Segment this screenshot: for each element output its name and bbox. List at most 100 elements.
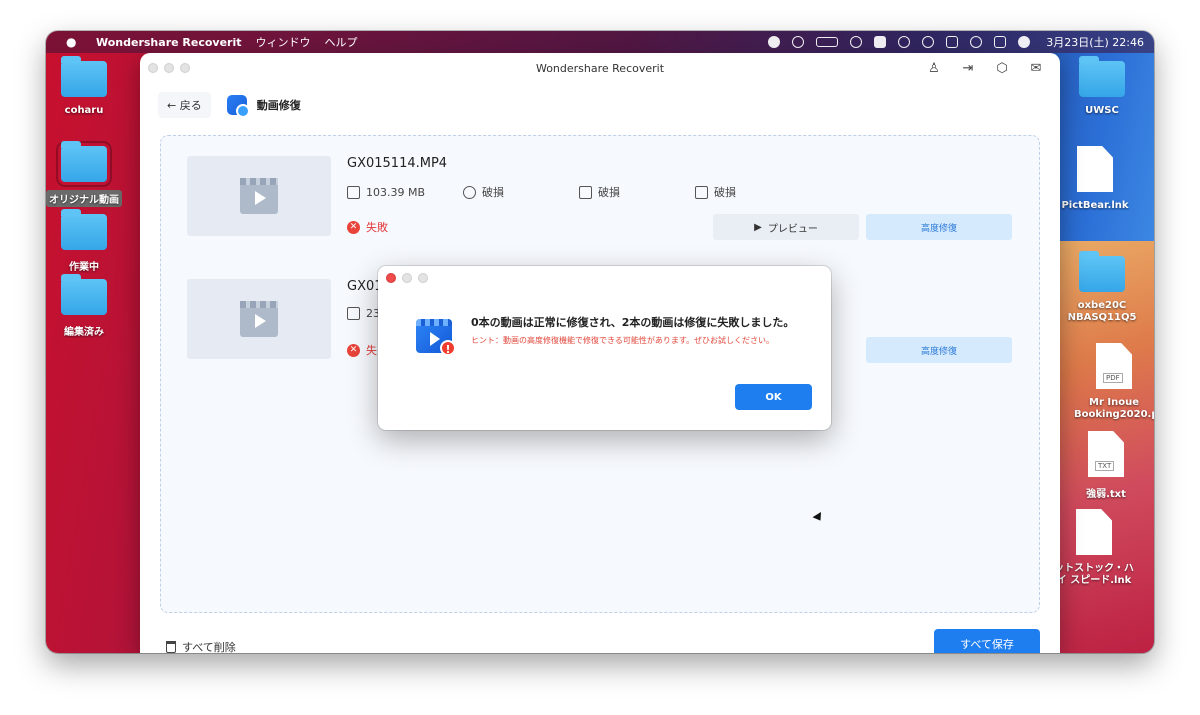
desktop-folder-coharu[interactable]: coharu xyxy=(46,56,124,116)
fail-icon: ✕ xyxy=(347,220,360,234)
file-size-value: 103.39 MB xyxy=(366,185,426,199)
sign-in-icon[interactable]: ⇥ xyxy=(960,61,976,76)
wifi-icon[interactable] xyxy=(850,36,863,48)
file-type-tag: TXT xyxy=(1095,461,1115,471)
folder-icon xyxy=(56,141,112,187)
resolution-icon xyxy=(579,185,592,199)
user-icon[interactable] xyxy=(898,36,911,48)
advanced-repair-button[interactable]: 高度修復 xyxy=(866,214,1012,240)
keyboard-icon[interactable] xyxy=(946,36,959,48)
minimize-window-button[interactable] xyxy=(164,63,174,73)
status-icons: 3月23日(土) 22:46 xyxy=(768,34,1144,50)
text-file-icon: TXT xyxy=(1088,431,1124,477)
time-machine-icon[interactable] xyxy=(922,36,935,48)
zoom-dialog-button[interactable] xyxy=(418,273,428,283)
minimize-dialog-button[interactable] xyxy=(402,273,412,283)
pdf-file-icon: PDF xyxy=(1096,343,1132,389)
menu-app-name[interactable]: Wondershare Recoverit xyxy=(96,36,242,49)
desktop-file-kyojaku-txt[interactable]: TXT 強弱.txt xyxy=(1066,431,1146,500)
file-size: 103.39 MB xyxy=(347,184,463,200)
preview-button[interactable]: ▶ プレビュー xyxy=(713,214,859,240)
play-icon: ▶ xyxy=(754,221,762,233)
desktop-item-label: ットストック・ハイ スピード.lnk xyxy=(1054,563,1134,586)
zoom-window-button[interactable] xyxy=(180,63,190,73)
video-camera-icon xyxy=(695,185,708,199)
desktop: ● Wondershare Recoverit ウィンドウ ヘルプ 3月23日(… xyxy=(46,31,1154,653)
close-dialog-button[interactable] xyxy=(386,273,396,283)
dialog-window-controls xyxy=(386,273,428,283)
folder-icon xyxy=(61,209,107,250)
folder-icon xyxy=(1079,251,1125,292)
account-icon[interactable]: ♙ xyxy=(926,61,942,76)
desktop-item-label: 強弱.txt xyxy=(1086,489,1126,500)
apple-icon[interactable]: ● xyxy=(66,35,80,49)
advanced-repair-button[interactable]: 高度修復 xyxy=(866,337,1012,363)
record-icon[interactable] xyxy=(768,36,781,48)
battery-icon[interactable] xyxy=(816,37,839,47)
desktop-item-label: オリジナル動画 xyxy=(46,190,122,207)
file-duration: 破損 xyxy=(463,184,579,200)
menu-bar: ● Wondershare Recoverit ウィンドウ ヘルプ 3月23日(… xyxy=(46,31,1154,53)
repair-status: ✕ 失 xyxy=(347,342,377,358)
clock-icon xyxy=(463,185,476,199)
video-placeholder-icon xyxy=(240,301,278,337)
repair-result-dialog: ! 0本の動画は正常に修復され、2本の動画は修復に失敗しました。 ヒント：動画の… xyxy=(378,266,831,430)
desktop-folder-in-progress[interactable]: 作業中 xyxy=(46,209,124,273)
desktop-file-pictbear[interactable]: PictBear.lnk xyxy=(1055,146,1135,211)
nav-row: ← 戻る 動画修復 xyxy=(140,83,1060,127)
preview-label: プレビュー xyxy=(767,223,818,235)
close-window-button[interactable] xyxy=(148,63,158,73)
repair-status: ✕ 失敗 xyxy=(347,219,388,235)
video-thumbnail xyxy=(187,156,331,236)
format-value: 破損 xyxy=(714,186,736,199)
folder-icon xyxy=(61,274,107,315)
input-method-icon[interactable] xyxy=(874,36,887,48)
dialog-message: 0本の動画は正常に修復され、2本の動画は修復に失敗しました。 xyxy=(471,316,795,329)
menu-help[interactable]: ヘルプ xyxy=(325,34,358,50)
status-text: 失 xyxy=(366,344,377,357)
spotlight-search-icon[interactable] xyxy=(970,36,983,48)
document-icon xyxy=(1076,509,1112,555)
desktop-file-booking-pdf[interactable]: PDF Mr Inoue Booking2020.pd xyxy=(1074,343,1154,421)
file-icon xyxy=(347,185,360,199)
desktop-folder-oxbe[interactable]: oxbe20C NBASQ11Q5 xyxy=(1062,251,1142,324)
file-format: 破損 xyxy=(695,184,811,200)
video-thumbnail xyxy=(187,279,331,359)
screen-share-icon[interactable] xyxy=(792,36,805,48)
file-resolution: 破損 xyxy=(579,184,695,200)
desktop-item-label: 作業中 xyxy=(69,262,99,273)
siri-icon[interactable] xyxy=(1018,36,1031,48)
desktop-item-label: 編集済み xyxy=(64,327,104,338)
desktop-item-label: UWSC xyxy=(1085,105,1119,116)
status-text: 失敗 xyxy=(366,221,388,234)
page-title: 動画修復 xyxy=(256,99,301,112)
dialog-hint: ヒント：動画の高度修復機能で修復できる可能性があります。ぜひお試しください。 xyxy=(471,336,775,345)
desktop-folder-original-video[interactable]: オリジナル動画 xyxy=(46,141,124,211)
document-icon xyxy=(1077,146,1113,192)
menu-window[interactable]: ウィンドウ xyxy=(256,34,311,50)
file-name: GX015114.MP4 xyxy=(347,156,448,171)
duration-value: 破損 xyxy=(482,186,504,199)
folder-icon xyxy=(61,56,107,97)
titlebar-toolbar: ♙ ⇥ ⬡ ✉ xyxy=(926,61,1044,76)
desktop-item-label: oxbe20C NBASQ11Q5 xyxy=(1067,300,1137,323)
back-button[interactable]: ← 戻る xyxy=(158,92,211,118)
delete-all-button[interactable]: すべて削除 xyxy=(166,639,236,653)
menu-clock[interactable]: 3月23日(土) 22:46 xyxy=(1046,34,1144,50)
video-placeholder-icon xyxy=(240,178,278,214)
file-type-tag: PDF xyxy=(1103,373,1123,383)
fail-icon: ✕ xyxy=(347,343,360,357)
file-icon xyxy=(347,307,360,320)
trash-icon xyxy=(166,641,176,653)
control-center-icon[interactable] xyxy=(994,36,1007,48)
package-icon[interactable]: ⬡ xyxy=(994,61,1010,76)
mail-icon[interactable]: ✉ xyxy=(1028,61,1044,76)
resolution-value: 破損 xyxy=(598,186,620,199)
ok-button[interactable]: OK xyxy=(735,384,812,410)
save-all-button[interactable]: すべて保存 xyxy=(934,629,1040,653)
desktop-item-label: PictBear.lnk xyxy=(1061,200,1129,211)
desktop-folder-uwsc[interactable]: UWSC xyxy=(1062,56,1142,116)
delete-all-label: すべて削除 xyxy=(182,641,236,653)
desktop-folder-edited[interactable]: 編集済み xyxy=(46,274,124,338)
desktop-file-shutterstock-lnk[interactable]: ットストック・ハイ スピード.lnk xyxy=(1054,509,1134,587)
